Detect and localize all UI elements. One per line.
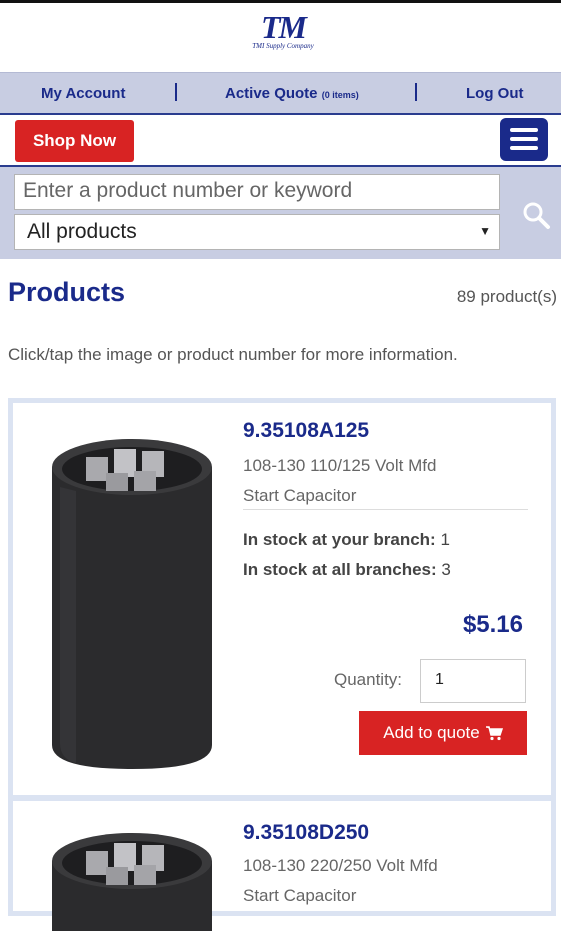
add-to-quote-label: Add to quote [383, 723, 480, 742]
search-input[interactable]: Enter a product number or keyword [14, 174, 500, 210]
menu-bar [510, 146, 538, 150]
search-icon[interactable] [520, 199, 552, 231]
logo-bar: TM TMI Supply Company [0, 3, 561, 72]
company-logo[interactable]: TM TMI Supply Company [244, 11, 322, 50]
product-count: 89 product(s) [456, 287, 557, 306]
cart-icon [485, 726, 503, 741]
active-quote-link[interactable]: Active Quote (0 items) [225, 85, 359, 102]
category-selected: All products [27, 220, 137, 243]
log-out-link[interactable]: Log Out [466, 85, 523, 102]
separator [175, 83, 177, 101]
hamburger-menu-icon[interactable] [500, 118, 548, 161]
menu-bar [510, 128, 538, 132]
separator [415, 83, 417, 101]
capacitor-image[interactable] [46, 427, 218, 772]
product-description-line: Start Capacitor [243, 486, 357, 505]
shop-row: Shop Now [0, 115, 561, 167]
instruction-text: Click/tap the image or product number fo… [8, 345, 458, 364]
stock-all: In stock at all branches: 3 [243, 555, 451, 585]
add-to-quote-button[interactable]: Add to quote [359, 711, 527, 755]
part-number-link[interactable]: 9.35108D250 [243, 821, 369, 845]
stock-branch-value: 1 [440, 530, 450, 549]
stock-branch-label: In stock at your branch: [243, 530, 436, 549]
stock-all-label: In stock at all branches: [243, 560, 437, 579]
product-card: 9.35108A125 108-130 110/125 Volt Mfd Sta… [8, 398, 556, 800]
products-header: Products 89 product(s) [0, 259, 561, 349]
logo-mark: TM [261, 9, 307, 45]
chevron-down-icon: ▼ [479, 224, 491, 238]
quote-count: (0 items) [321, 90, 359, 100]
category-select[interactable]: All products ▼ [14, 214, 500, 250]
capacitor-image[interactable] [46, 821, 218, 931]
product-description-line: Start Capacitor [243, 886, 357, 905]
stock-branch: In stock at your branch: 1 [243, 525, 450, 555]
search-area: Enter a product number or keyword All pr… [0, 167, 561, 259]
product-price: $5.16 [462, 611, 523, 638]
product-description-line: 108-130 220/250 Volt Mfd [243, 856, 438, 875]
active-quote-label: Active Quote [225, 85, 318, 102]
page-title: Products [8, 277, 126, 307]
product-card: 9.35108D250 108-130 220/250 Volt Mfd Sta… [8, 796, 556, 931]
product-description-line: 108-130 110/125 Volt Mfd [243, 456, 437, 475]
menu-bar [510, 137, 538, 141]
divider [243, 509, 528, 510]
my-account-link[interactable]: My Account [41, 85, 125, 102]
logo-subtitle: TMI Supply Company [252, 42, 314, 50]
account-bar: My Account Active Quote (0 items) Log Ou… [0, 72, 561, 115]
shop-now-button[interactable]: Shop Now [15, 120, 134, 162]
quantity-label: Quantity: [334, 670, 403, 689]
part-number-link[interactable]: 9.35108A125 [243, 419, 369, 443]
stock-all-value: 3 [441, 560, 451, 579]
quantity-input[interactable]: 1 [420, 659, 526, 703]
